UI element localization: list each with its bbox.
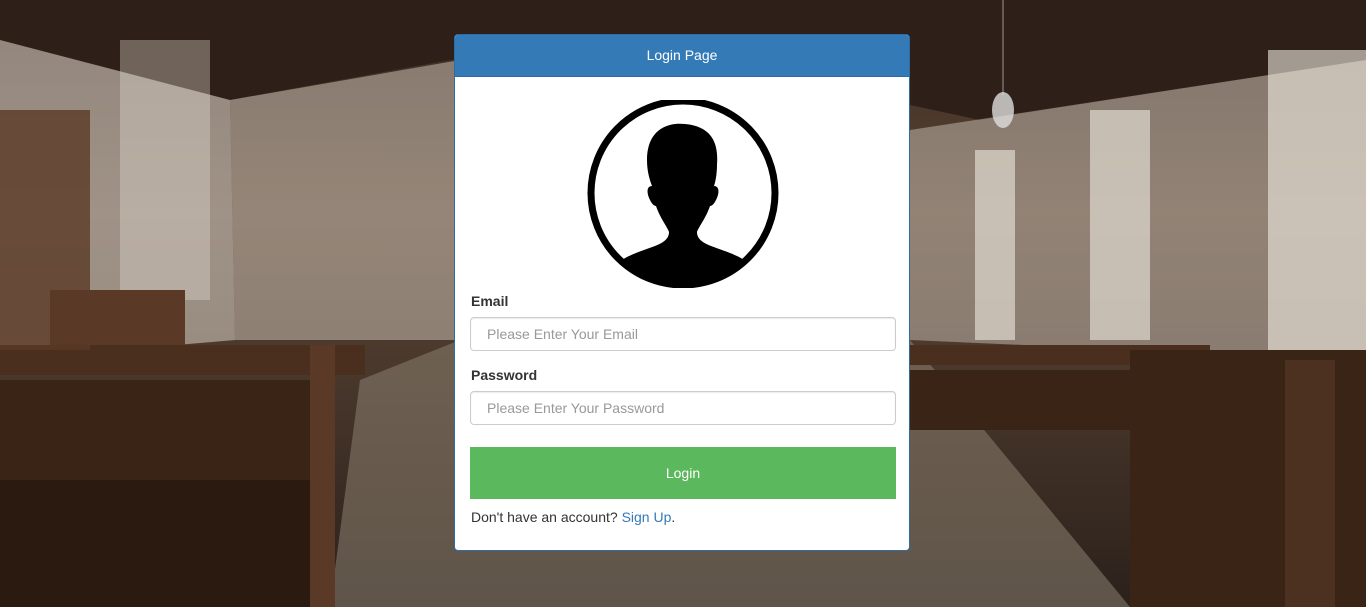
password-label: Password [471, 367, 538, 383]
password-input[interactable] [470, 391, 896, 425]
signup-prompt-text: Don't have an account? [471, 509, 622, 525]
login-button[interactable]: Login [470, 447, 896, 499]
signup-period: . [671, 509, 676, 525]
signup-prompt: Don't have an account? Sign Up. [471, 509, 675, 525]
login-card: Login Page Email Password Login Don't ha… [454, 34, 910, 551]
email-input[interactable] [470, 317, 896, 351]
email-label: Email [471, 293, 509, 309]
user-silhouette-icon [587, 100, 779, 288]
login-card-title: Login Page [455, 35, 909, 77]
signup-link[interactable]: Sign Up [622, 509, 672, 525]
